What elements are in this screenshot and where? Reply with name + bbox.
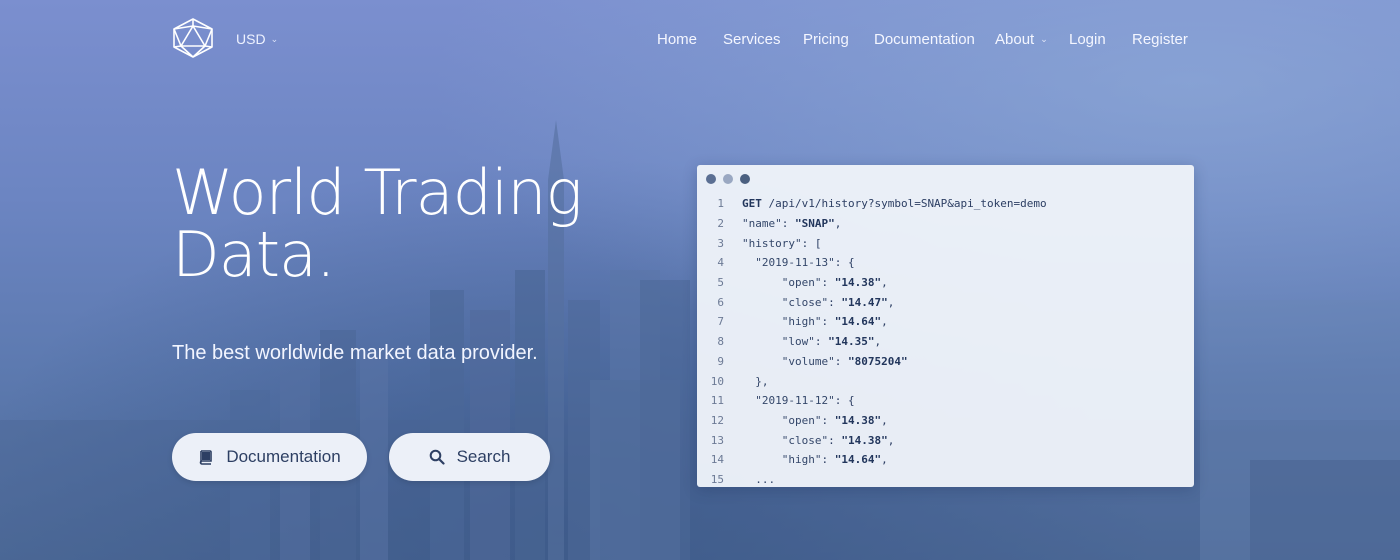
code-block: 1 GET /api/v1/history?symbol=SNAP&api_tok… xyxy=(697,194,1194,487)
nav-register-label: Register xyxy=(1132,31,1188,48)
line-number: 7 xyxy=(717,315,724,329)
code-line: 1 GET /api/v1/history?symbol=SNAP&api_tok… xyxy=(697,194,1194,214)
nav-register[interactable]: Register xyxy=(1132,31,1188,48)
code-window: 1 GET /api/v1/history?symbol=SNAP&api_tok… xyxy=(697,165,1194,487)
nav-services[interactable]: Services xyxy=(723,31,781,48)
code-text: "name": "SNAP", xyxy=(742,217,842,231)
line-number: 1 xyxy=(717,197,724,211)
line-number: 8 xyxy=(717,335,724,349)
nav-pricing[interactable]: Pricing xyxy=(803,31,849,48)
nav-pricing-label: Pricing xyxy=(803,31,849,48)
documentation-button[interactable]: Documentation xyxy=(172,433,367,481)
line-number: 12 xyxy=(710,413,724,427)
chevron-down-icon: ⌄ xyxy=(1040,34,1048,44)
code-text: ... xyxy=(742,472,776,486)
nav-about-label: About xyxy=(995,31,1035,48)
site-header: USD ⌄ Home Services Pricing Documentatio… xyxy=(0,0,1400,80)
book-icon xyxy=(200,450,213,465)
hero-title-line1: World Trading xyxy=(172,156,583,229)
line-number: 9 xyxy=(717,354,724,368)
nav-documentation[interactable]: Documentation xyxy=(874,31,975,48)
code-text: "close": "14.47", xyxy=(742,295,895,309)
nav-documentation-label: Documentation xyxy=(874,31,975,48)
code-line: 11 "2019-11-12": { xyxy=(697,391,1194,411)
code-line: 4 "2019-11-13": { xyxy=(697,253,1194,273)
line-number: 11 xyxy=(710,394,724,408)
code-line: 5 "open": "14.38", xyxy=(697,273,1194,293)
window-controls xyxy=(706,174,750,184)
line-number: 6 xyxy=(717,295,724,309)
code-line: 15 ... xyxy=(697,470,1194,487)
line-number: 4 xyxy=(717,256,724,270)
code-text: "high": "14.64", xyxy=(742,453,888,467)
nav-login[interactable]: Login xyxy=(1069,31,1106,48)
code-text: "2019-11-12": { xyxy=(742,394,855,408)
code-text: "2019-11-13": { xyxy=(742,256,855,270)
line-number: 3 xyxy=(717,236,724,250)
code-text: "close": "14.38", xyxy=(742,433,895,447)
code-text: "high": "14.64", xyxy=(742,315,888,329)
window-dot-icon xyxy=(740,174,750,184)
line-number: 5 xyxy=(717,276,724,290)
nav-services-label: Services xyxy=(723,31,781,48)
search-icon xyxy=(429,449,445,465)
line-number: 10 xyxy=(710,374,724,388)
code-line: 7 "high": "14.64", xyxy=(697,312,1194,332)
code-line: 14 "high": "14.64", xyxy=(697,450,1194,470)
code-text: "open": "14.38", xyxy=(742,413,888,427)
code-line: 9 "volume": "8075204" xyxy=(697,352,1194,372)
code-line: 6 "close": "14.47", xyxy=(697,292,1194,312)
nav-about[interactable]: About ⌄ xyxy=(995,31,1048,48)
window-dot-icon xyxy=(706,174,716,184)
nav-home-label: Home xyxy=(657,31,698,48)
line-number: 14 xyxy=(710,453,724,467)
hero-subtitle: The best worldwide market data provider. xyxy=(172,342,538,364)
search-button-label: Search xyxy=(456,447,511,466)
line-number: 13 xyxy=(710,433,724,447)
code-line: 3 "history": [ xyxy=(697,233,1194,253)
hero-title: World Trading Data. xyxy=(172,162,632,286)
hero-title-line2: Data. xyxy=(172,218,336,291)
line-number: 15 xyxy=(710,472,724,486)
main-nav: Home Services Pricing Documentation Abou… xyxy=(0,31,1400,51)
code-text: "open": "14.38", xyxy=(742,276,888,290)
code-text: "volume": "8075204" xyxy=(742,354,908,368)
code-line: 10 }, xyxy=(697,371,1194,391)
code-line: 12 "open": "14.38", xyxy=(697,411,1194,431)
window-dot-icon xyxy=(723,174,733,184)
code-text: "low": "14.35", xyxy=(742,335,882,349)
nav-home[interactable]: Home xyxy=(657,31,697,48)
code-text: }, xyxy=(742,374,769,388)
code-line: 8 "low": "14.35", xyxy=(697,332,1194,352)
documentation-button-label: Documentation xyxy=(226,447,341,466)
code-text: GET /api/v1/history?symbol=SNAP&api_toke… xyxy=(742,197,1047,211)
code-text: "history": [ xyxy=(742,236,822,250)
nav-login-label: Login xyxy=(1069,31,1106,48)
line-number: 2 xyxy=(717,217,724,231)
code-line: 2 "name": "SNAP", xyxy=(697,214,1194,234)
code-line: 13 "close": "14.38", xyxy=(697,430,1194,450)
search-button[interactable]: Search xyxy=(389,433,550,481)
